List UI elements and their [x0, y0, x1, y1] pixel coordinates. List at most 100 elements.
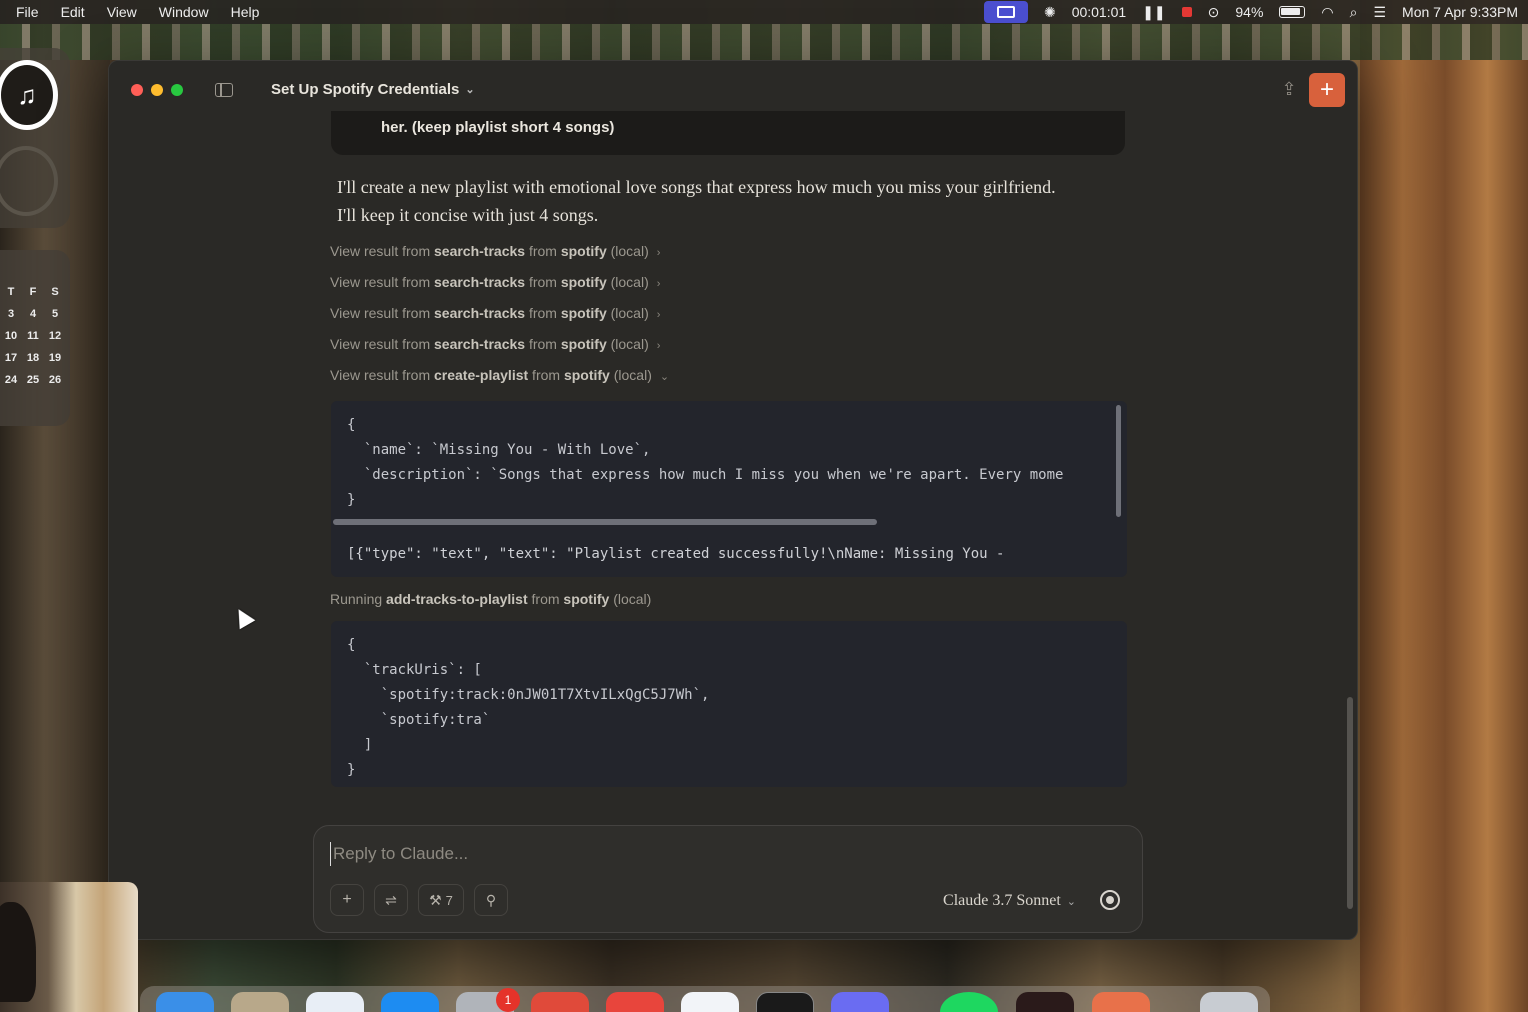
- app-icon[interactable]: [531, 992, 589, 1012]
- calendar-widget[interactable]: T F S 3 4 5 10 11 12 17 18 19 24 25 26: [0, 250, 70, 426]
- clock[interactable]: Mon 7 Apr 9:33PM: [1402, 4, 1518, 20]
- chat-title: Set Up Spotify Credentials: [271, 81, 460, 98]
- trash-icon[interactable]: [1200, 992, 1258, 1012]
- search-icon[interactable]: ⌕: [1350, 4, 1358, 21]
- calendar-week-row: 17 18 19: [0, 352, 66, 364]
- sliders-icon: ⇌: [385, 891, 397, 908]
- new-chat-button[interactable]: +: [1309, 73, 1345, 107]
- title-bar: Set Up Spotify Credentials ⌄ ⇪ +: [109, 61, 1357, 117]
- zoom-window-button[interactable]: [171, 84, 183, 96]
- recording-timer: 00:01:01: [1071, 4, 1127, 20]
- status-area: ✺ 00:01:01 ❚❚ ⊙ 94% ◠ ⌕ ☰ Mon 7 Apr 9:33…: [983, 0, 1518, 24]
- code-line: }: [347, 492, 356, 508]
- control-center-icon[interactable]: ☰: [1373, 4, 1386, 21]
- calendar-header-row: T F S: [0, 286, 66, 298]
- stop-recording-icon[interactable]: [1181, 7, 1192, 17]
- code-line: {: [347, 417, 356, 433]
- assistant-message: I'll create a new playlist with emotiona…: [337, 177, 1056, 225]
- tool-result-toggle-expanded[interactable]: View result from create-playlist from sp…: [330, 367, 669, 383]
- claude-app-window: Set Up Spotify Credentials ⌄ ⇪ + her. (k…: [108, 60, 1358, 940]
- close-window-button[interactable]: [131, 84, 143, 96]
- create-playlist-code-block: { `name`: `Missing You - With Love`, `de…: [331, 401, 1127, 577]
- chat-title-dropdown[interactable]: Set Up Spotify Credentials ⌄: [271, 81, 475, 98]
- code-line: `spotify:tra`: [347, 712, 491, 728]
- tool-result-toggle[interactable]: View result from search-tracks from spot…: [330, 274, 660, 290]
- screen-recorder-icon[interactable]: [983, 1, 1028, 23]
- add-attachment-button[interactable]: +: [330, 884, 364, 916]
- app-icon[interactable]: [1016, 992, 1074, 1012]
- chat-scrollbar[interactable]: [1347, 697, 1353, 909]
- server-name: spotify: [560, 305, 607, 321]
- horizontal-scrollbar[interactable]: [333, 519, 877, 525]
- chevron-down-icon: ⌄: [1066, 895, 1076, 908]
- chrome-icon[interactable]: [606, 992, 664, 1012]
- code-line: ]: [347, 737, 373, 753]
- sun-icon[interactable]: ✺: [1044, 4, 1056, 21]
- tool-result-toggle[interactable]: View result from search-tracks from spot…: [330, 243, 660, 259]
- tool-result-suffix: (local): [609, 367, 652, 383]
- running-tool-status: Running add-tracks-to-playlist from spot…: [330, 591, 651, 607]
- tools-count: 7: [445, 892, 453, 908]
- code-input: { `name`: `Missing You - With Love`, `de…: [347, 413, 1117, 513]
- battery-icon[interactable]: [1279, 6, 1306, 18]
- share-icon[interactable]: ⇪: [1281, 79, 1297, 99]
- integrations-button[interactable]: ⚲: [474, 884, 508, 916]
- finder-icon[interactable]: [156, 992, 214, 1012]
- background-foliage: [0, 24, 1528, 60]
- calendar-week-row: 3 4 5: [0, 308, 66, 320]
- safari-icon[interactable]: [306, 992, 364, 1012]
- server-name: spotify: [560, 274, 607, 290]
- add-tracks-code-block: { `trackUris`: [ `spotify:track:0nJW01T7…: [331, 621, 1127, 787]
- calendar-date: 12: [48, 330, 62, 342]
- model-selector[interactable]: Claude 3.7 Sonnet ⌄: [943, 892, 1076, 910]
- tool-name: create-playlist: [434, 367, 529, 383]
- tool-result-suffix: (local): [606, 305, 649, 321]
- calendar-date: 25: [26, 374, 40, 386]
- options-button[interactable]: ⇌: [374, 884, 408, 916]
- sidebar-toggle-icon[interactable]: [215, 83, 233, 97]
- menu-file[interactable]: File: [16, 4, 39, 20]
- menu-window[interactable]: Window: [159, 4, 209, 20]
- calendar-day-label: T: [7, 286, 15, 298]
- composer: + ⇌ ⚒ 7 ⚲ Claude 3.7 Sonnet ⌄: [313, 825, 1143, 933]
- tool-result-toggle[interactable]: View result from search-tracks from spot…: [330, 305, 660, 321]
- claude-icon[interactable]: [1092, 992, 1150, 1012]
- plus-icon: +: [342, 891, 352, 908]
- calendar-week-row: 10 11 12: [0, 330, 66, 342]
- hammer-icon: ⚒: [429, 891, 442, 908]
- reply-input[interactable]: [330, 842, 930, 866]
- code-input: { `trackUris`: [ `spotify:track:0nJW01T7…: [347, 633, 1117, 783]
- calendar-date: 3: [7, 308, 15, 320]
- play-circle-icon[interactable]: ⊙: [1208, 4, 1220, 21]
- discord-icon[interactable]: [831, 992, 889, 1012]
- chevron-down-icon: ⌄: [659, 371, 670, 383]
- calendar-date: 26: [48, 374, 62, 386]
- calendar-date: 18: [26, 352, 40, 364]
- app-icon[interactable]: [231, 992, 289, 1012]
- tool-result-mid: from: [525, 243, 561, 259]
- voice-mode-button[interactable]: [1100, 890, 1120, 910]
- record-icon: [1106, 896, 1114, 904]
- tool-name: add-tracks-to-playlist: [386, 591, 528, 607]
- tools-button[interactable]: ⚒ 7: [418, 884, 464, 916]
- tool-name: search-tracks: [434, 305, 526, 321]
- pause-icon[interactable]: ❚❚: [1142, 4, 1165, 21]
- notification-badge: 1: [496, 988, 520, 1012]
- chevron-right-icon: ›: [656, 340, 661, 352]
- vertical-scrollbar[interactable]: [1116, 405, 1121, 517]
- xcode-icon[interactable]: [381, 992, 439, 1012]
- menu-edit[interactable]: Edit: [61, 4, 85, 20]
- terminal-icon[interactable]: [756, 992, 814, 1012]
- chevron-right-icon: ›: [656, 278, 661, 290]
- tool-result-toggle[interactable]: View result from search-tracks from spot…: [330, 336, 660, 352]
- menu-view[interactable]: View: [107, 4, 137, 20]
- calendar-date: 11: [27, 330, 39, 342]
- menu-help[interactable]: Help: [231, 4, 260, 20]
- code-line: `name`: `Missing You - With Love`,: [347, 442, 651, 458]
- wifi-icon[interactable]: ◠: [1321, 4, 1333, 21]
- background-tree-right: [1360, 0, 1528, 1012]
- tool-result-suffix: (local): [606, 274, 649, 290]
- minimize-window-button[interactable]: [151, 84, 163, 96]
- vscode-icon[interactable]: [681, 992, 739, 1012]
- calendar-day-label: F: [29, 286, 37, 298]
